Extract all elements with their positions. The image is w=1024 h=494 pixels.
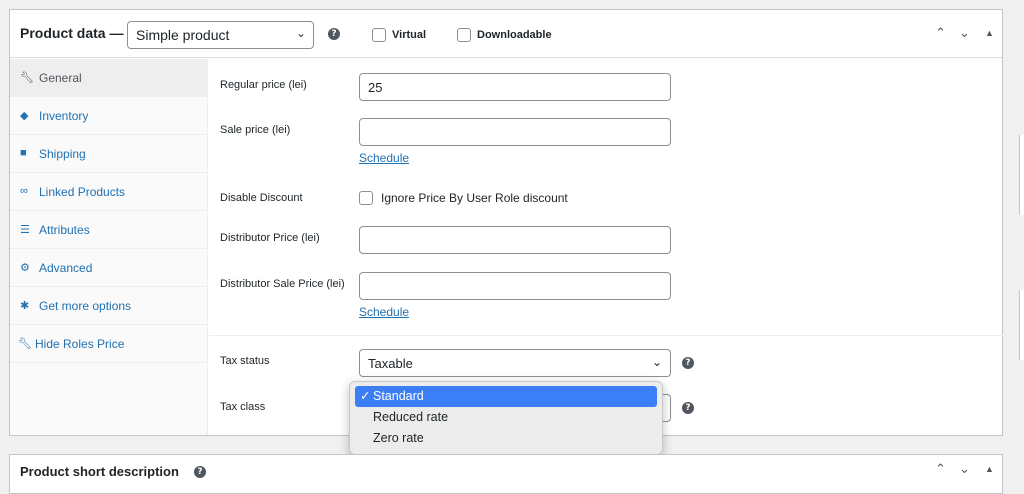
tab-label: Advanced — [39, 261, 93, 275]
tab-general[interactable]: 🔧︎ General — [10, 59, 208, 97]
tab-label: Shipping — [39, 147, 86, 161]
collapse-toggle-icon[interactable]: ▲ — [985, 28, 994, 38]
panel-header: Product data — Simple product ⌄ ? Virtua… — [10, 10, 1002, 58]
help-icon[interactable]: ? — [682, 402, 694, 414]
link-icon: ∞ — [20, 185, 28, 197]
help-icon[interactable]: ? — [194, 466, 206, 478]
gear-icon: ⚙ — [20, 262, 30, 274]
ignore-price-label: Ignore Price By User Role discount — [381, 191, 568, 205]
option-label: Standard — [373, 389, 424, 403]
sale-price-input[interactable] — [359, 118, 671, 146]
tax-status-select[interactable]: Taxable ⌄ — [359, 349, 671, 377]
product-data-tabs: 🔧︎ General ◆ Inventory ■ Shipping ∞ Link… — [10, 59, 208, 435]
product-type-select[interactable]: Simple product ⌄ — [127, 21, 314, 49]
distributor-price-label: Distributor Price (lei) — [220, 232, 320, 244]
tab-linked-products[interactable]: ∞ Linked Products — [10, 173, 208, 211]
downloadable-checkbox[interactable] — [457, 28, 471, 42]
distributor-sale-price-label: Distributor Sale Price (lei) — [220, 278, 345, 290]
help-icon[interactable]: ? — [682, 357, 694, 369]
wrench-icon: 🔧︎ — [18, 338, 32, 350]
tab-hide-roles-price[interactable]: 🔧︎ Hide Roles Price — [10, 325, 208, 363]
tax-class-dropdown: ✓ Standard Reduced rate Zero rate — [349, 381, 663, 455]
tax-class-option-reduced-rate[interactable]: Reduced rate — [355, 407, 657, 428]
section-divider — [209, 335, 1004, 336]
tab-advanced[interactable]: ⚙ Advanced — [10, 249, 208, 287]
plugin-icon: ✱ — [20, 300, 30, 312]
tab-shipping[interactable]: ■ Shipping — [10, 135, 208, 173]
tab-label: Inventory — [39, 109, 89, 123]
tab-label: Get more options — [39, 299, 132, 313]
short-description-title: Product short description — [20, 464, 179, 479]
short-description-panel: Product short description ? ⌃ ⌄ ▲ — [9, 454, 1003, 494]
disable-discount-label: Disable Discount — [220, 192, 303, 204]
tab-label: Linked Products — [39, 185, 126, 199]
tax-class-option-zero-rate[interactable]: Zero rate — [355, 428, 657, 449]
regular-price-value: 25 — [368, 80, 383, 95]
downloadable-label: Downloadable — [477, 29, 552, 41]
distributor-price-input[interactable] — [359, 226, 671, 254]
tag-icon: ◆ — [20, 110, 29, 122]
chevron-down-icon: ⌄ — [295, 26, 306, 40]
collapse-toggle-icon[interactable]: ▲ — [985, 464, 994, 474]
tax-class-label: Tax class — [220, 401, 266, 413]
tab-inventory[interactable]: ◆ Inventory — [10, 97, 208, 135]
list-icon: ☰ — [20, 224, 30, 236]
tax-status-label: Tax status — [220, 355, 270, 367]
product-data-panel: Product data — Simple product ⌄ ? Virtua… — [9, 9, 1004, 436]
tab-get-more-options[interactable]: ✱ Get more options — [10, 287, 208, 325]
distributor-sale-price-input[interactable] — [359, 272, 671, 300]
truck-icon: ■ — [20, 147, 27, 159]
side-box-edge — [1019, 135, 1024, 215]
regular-price-input[interactable]: 25 — [359, 73, 671, 101]
sale-price-label: Sale price (lei) — [220, 124, 291, 136]
side-box-edge — [1019, 290, 1024, 360]
option-label: Zero rate — [373, 431, 424, 445]
option-label: Reduced rate — [373, 410, 449, 424]
panel-title: Product data — — [20, 25, 124, 41]
checkmark-icon: ✓ — [360, 389, 371, 403]
tax-status-value: Taxable — [368, 356, 413, 371]
ignore-price-checkbox[interactable] — [359, 191, 373, 205]
help-icon[interactable]: ? — [328, 28, 340, 40]
tab-label: General — [39, 71, 82, 85]
move-down-icon[interactable]: ⌄ — [959, 25, 970, 41]
chevron-down-icon: ⌄ — [651, 355, 662, 369]
virtual-label: Virtual — [392, 29, 427, 41]
regular-price-label: Regular price (lei) — [220, 79, 307, 91]
tab-label: Attributes — [39, 223, 90, 237]
wrench-icon: 🔧︎ — [20, 72, 34, 84]
tab-label: Hide Roles Price — [35, 337, 125, 351]
virtual-checkbox[interactable] — [372, 28, 386, 42]
sale-schedule-link[interactable]: Schedule — [359, 151, 409, 165]
tax-class-option-standard[interactable]: ✓ Standard — [355, 386, 657, 407]
distributor-schedule-link[interactable]: Schedule — [359, 305, 409, 319]
tab-attributes[interactable]: ☰ Attributes — [10, 211, 208, 249]
product-type-value: Simple product — [136, 27, 230, 43]
move-up-icon[interactable]: ⌃ — [935, 25, 946, 41]
